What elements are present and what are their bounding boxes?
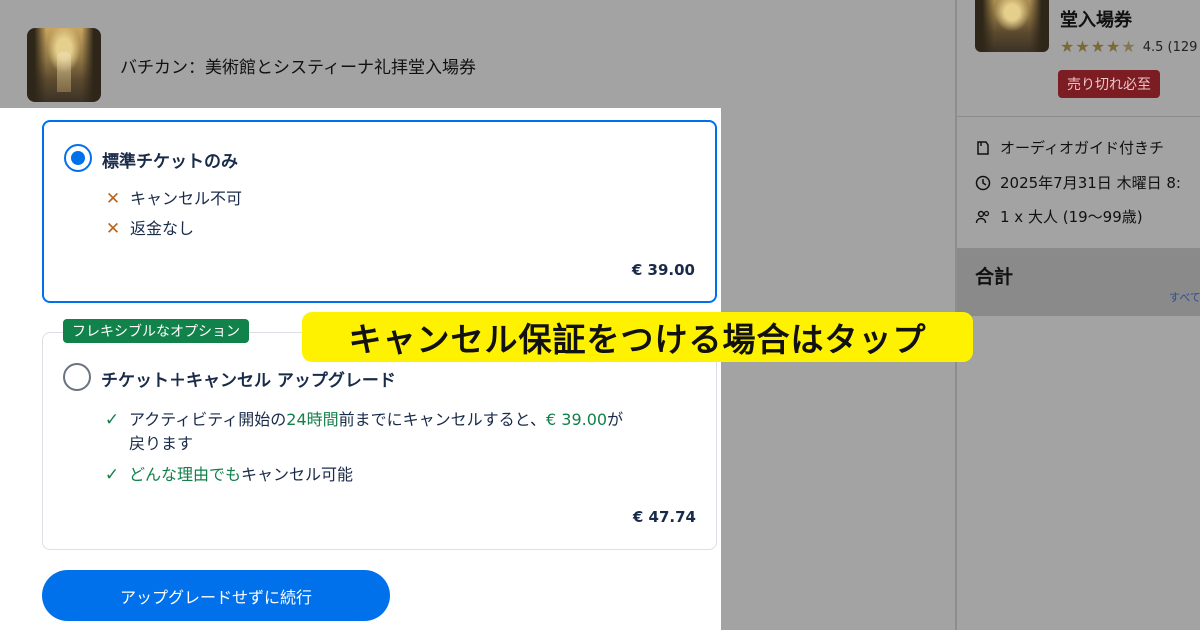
people-icon (975, 209, 991, 225)
annotation-callout: キャンセル保証をつける場合はタップ (302, 312, 973, 362)
divider (957, 116, 1200, 117)
star-icon: ★ (1106, 37, 1121, 56)
check-icon: ✓ (104, 465, 120, 485)
continue-without-upgrade-button[interactable]: アップグレードせずに続行 (42, 570, 390, 621)
likely-to-sell-out-badge: 売り切れ必至 (1058, 70, 1160, 98)
feature-text: キャンセル不可 (130, 189, 243, 208)
tour-thumbnail (27, 28, 101, 102)
total-label: 合計 (975, 266, 1014, 288)
page-header: バチカン：美術館とシスティーナ礼拝堂入場券 (0, 0, 955, 108)
option-title: チケット＋キャンセル アップグレード (101, 371, 396, 391)
summary-date-text: 2025年7月31日 木曜日 8: (1000, 174, 1181, 192)
feature-text: 返金なし (130, 219, 195, 238)
option-title: 標準チケットのみ (102, 152, 238, 172)
x-icon: ✕ (105, 189, 121, 209)
option-price: € 39.00 (631, 261, 695, 279)
star-half-icon: ★ (1121, 37, 1136, 56)
feature-text: どんな理由でもキャンセル可能 (129, 465, 354, 484)
option-price: € 47.74 (632, 508, 696, 526)
feature-text: アクティビティ開始の24時間前までにキャンセルすると、€ 39.00が 戻ります (129, 410, 624, 453)
feature-item: ✕ キャンセル不可 (104, 187, 242, 211)
check-icon: ✓ (104, 410, 120, 430)
summary-option-row: オーディオガイド付きチ (975, 137, 1164, 158)
star-icon: ★ (1090, 37, 1106, 56)
feature-item: ✓ アクティビティ開始の24時間前までにキャンセルすると、€ 39.00が 戻りま… (103, 408, 703, 456)
x-icon: ✕ (105, 219, 121, 239)
rating-text: 4.5 (129 (1142, 39, 1198, 55)
summary-title: 堂入場券 (1060, 10, 1132, 31)
option-standard-ticket[interactable]: 標準チケットのみ ✕ キャンセル不可 ✕ 返金なし € 39.00 (42, 120, 717, 303)
star-icon: ★ (1075, 37, 1090, 56)
clock-icon (975, 175, 991, 191)
summary-date-row: 2025年7月31日 木曜日 8: (975, 172, 1181, 193)
total-section: 合計 すべて (957, 249, 1200, 316)
ticket-option-panel: 標準チケットのみ ✕ キャンセル不可 ✕ 返金なし € 39.00 フレキシブル… (0, 108, 721, 630)
option-cancellation-upgrade[interactable]: チケット＋キャンセル アップグレード ✓ アクティビティ開始の24時間前までにキ… (42, 332, 717, 550)
summary-rating: ★ ★ ★ ★ ★ 4.5 (129 (1060, 39, 1197, 55)
feature-item: ✕ 返金なし (104, 217, 194, 241)
flexible-option-badge: フレキシブルなオプション (63, 319, 249, 343)
summary-participants-text: 1 x 大人 (19〜99歳) (1000, 208, 1143, 226)
radio-standard-ticket[interactable] (64, 144, 92, 172)
star-icon: ★ (1060, 37, 1075, 56)
summary-thumbnail (975, 0, 1049, 52)
page-title: バチカン：美術館とシスティーナ礼拝堂入場券 (120, 58, 476, 78)
booking-summary: 堂入場券 ★ ★ ★ ★ ★ 4.5 (129 売り切れ必至 オーディオガイド付… (955, 0, 1200, 630)
feature-item: ✓ どんな理由でもキャンセル可能 (103, 463, 353, 487)
summary-participants-row: 1 x 大人 (19〜99歳) (975, 206, 1143, 227)
total-note: すべて (1169, 291, 1200, 304)
summary-option-text: オーディオガイド付きチ (1000, 139, 1164, 157)
ticket-icon (975, 140, 991, 156)
radio-cancellation-upgrade[interactable] (63, 363, 91, 391)
